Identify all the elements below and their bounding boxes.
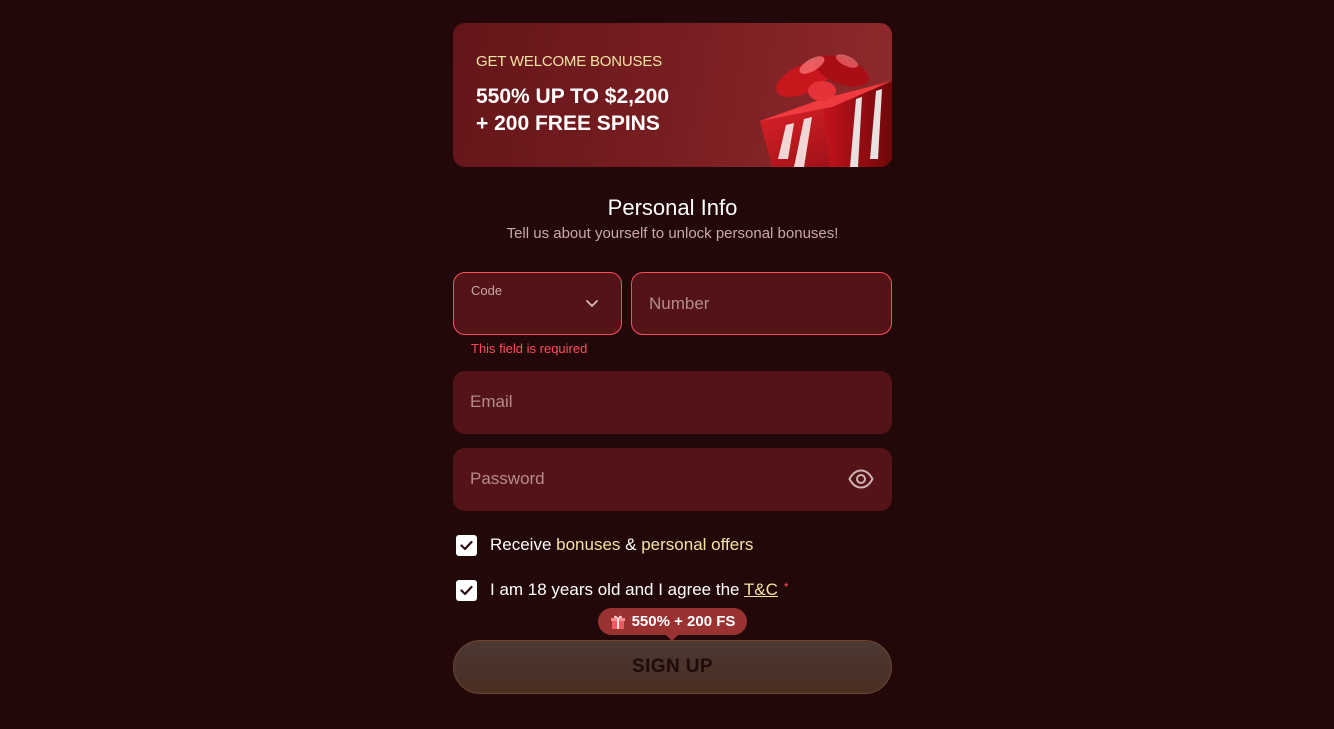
bonuses-link[interactable]: bonuses <box>556 535 620 554</box>
number-placeholder: Number <box>649 294 710 313</box>
terms-link[interactable]: T&C <box>744 580 778 599</box>
gift-icon <box>610 615 625 629</box>
bonus-badge: 550% + 200 FS <box>598 608 747 641</box>
checkmark-icon <box>460 540 473 550</box>
section-title: Personal Info <box>607 195 738 220</box>
required-asterisk: * <box>783 580 789 594</box>
sign-up-button[interactable]: SIGN UP <box>453 640 892 694</box>
bonuses-consent-row: Receive bonuses & personal offers <box>456 533 892 557</box>
age-terms-checkbox[interactable] <box>456 579 477 601</box>
code-error-message: This field is required <box>471 341 588 356</box>
welcome-bonus-banner: GET WELCOME BONUSES 550% UP TO $2,200 + … <box>453 23 892 167</box>
bonuses-checkbox[interactable] <box>456 534 477 556</box>
bonuses-prefix: Receive <box>490 535 557 554</box>
password-placeholder: Password <box>470 469 545 488</box>
country-code-select[interactable]: Code <box>453 272 622 335</box>
age-consent-row: I am 18 years old and I agree the T&C * <box>456 578 892 602</box>
age-consent-text: I am 18 years old and I agree the T&C * <box>490 580 789 600</box>
chevron-down-icon <box>586 300 598 307</box>
password-input[interactable]: Password <box>453 448 892 511</box>
section-subtitle: Tell us about yourself to unlock persona… <box>506 225 839 242</box>
checkmark-icon <box>460 585 473 595</box>
bonuses-consent-text: Receive bonuses & personal offers <box>490 535 753 555</box>
phone-number-input[interactable]: Number <box>631 272 892 335</box>
email-input[interactable]: Email <box>453 371 892 434</box>
registration-form: GET WELCOME BONUSES 550% UP TO $2,200 + … <box>453 23 892 694</box>
bonus-badge-text: 550% + 200 FS <box>631 613 736 630</box>
personal-offers-link[interactable]: personal offers <box>641 535 753 554</box>
bonuses-middle: & <box>620 535 642 554</box>
email-placeholder: Email <box>470 392 513 411</box>
eye-icon[interactable] <box>848 468 874 490</box>
banner-title: 550% UP TO $2,200 + 200 FREE SPINS <box>476 85 670 135</box>
code-label: Code <box>471 283 503 298</box>
age-text: I am 18 years old and I agree the <box>490 580 744 599</box>
banner-subtitle: GET WELCOME BONUSES <box>476 53 662 70</box>
gift-box-icon <box>760 54 892 167</box>
phone-row: Code Number <box>453 272 892 335</box>
